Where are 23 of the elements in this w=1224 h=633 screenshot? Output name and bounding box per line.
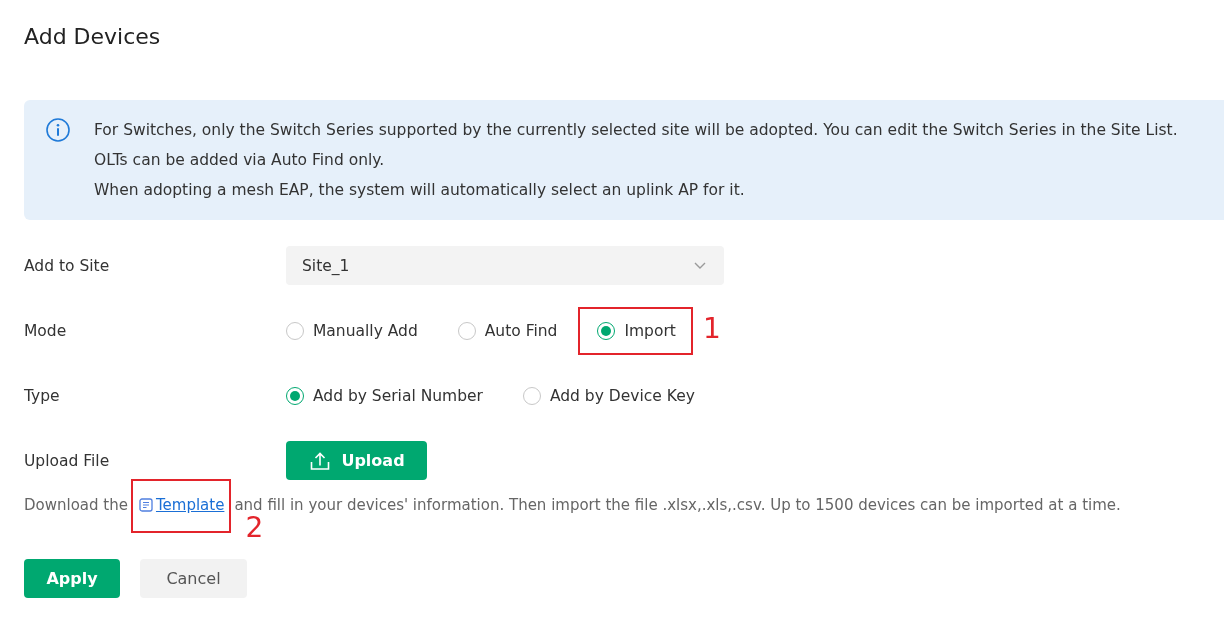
radio-option[interactable]: Auto Find bbox=[457, 319, 558, 342]
info-icon bbox=[46, 118, 70, 142]
field-label: Add to Site bbox=[24, 255, 111, 277]
notice-text: When adopting a mesh EAP, the system will automatically select an uplink AP for it. bbox=[94, 180, 746, 201]
annotation-number: 1 bbox=[702, 314, 721, 343]
chevron-down-icon bbox=[694, 262, 706, 269]
page-title: Add Devices bbox=[24, 23, 162, 51]
cancel-button[interactable]: Cancel bbox=[140, 559, 247, 598]
field-label: Upload File bbox=[24, 450, 111, 472]
document-icon bbox=[138, 498, 153, 512]
radio-option[interactable]: Manually Add bbox=[286, 319, 418, 342]
radio-option[interactable]: Add by Serial Number bbox=[286, 384, 483, 407]
hint-text: Download the Template and fill in your devices' information. Then import the file .xlsx,.xls,.csv. Up to 1500 devices can be imported at a time. bbox=[24, 494, 1122, 516]
notice-text: OLTs can be added via Auto Find only. bbox=[94, 150, 386, 171]
annotation-number: 2 bbox=[245, 514, 264, 542]
radio-option[interactable]: Import bbox=[597, 319, 676, 342]
upload-icon bbox=[310, 451, 331, 470]
radio-option[interactable]: Add by Device Key bbox=[522, 384, 695, 407]
field-label: Type bbox=[24, 385, 61, 407]
notice-text: For Switches, only the Switch Series supported by the currently selected site will be adopted. You can edit the Switch Series in the Site List. bbox=[94, 120, 1178, 141]
field-label: Mode bbox=[24, 320, 68, 342]
template-link[interactable]: Template bbox=[138, 494, 225, 516]
site-select[interactable]: Site_1 bbox=[286, 246, 724, 285]
